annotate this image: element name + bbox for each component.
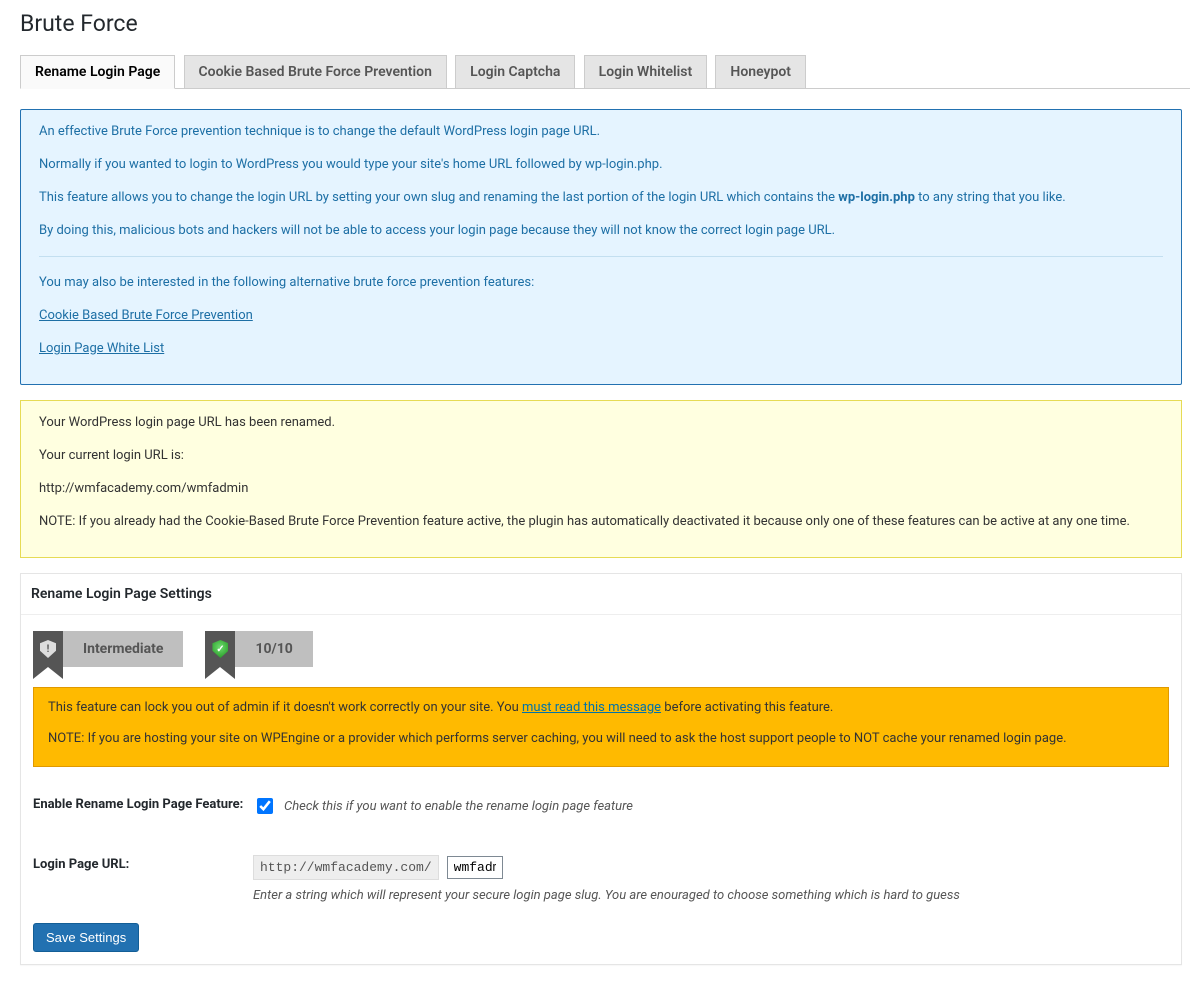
enable-checkbox[interactable] (257, 798, 273, 814)
info-text: This feature allows you to change the lo… (39, 190, 1163, 205)
badge-score-label: 10/10 (235, 631, 312, 667)
status-text: Your WordPress login page URL has been r… (39, 415, 1163, 430)
save-button[interactable]: Save Settings (33, 923, 139, 952)
badge-score: ✓ 10/10 (205, 631, 312, 667)
info-box: An effective Brute Force prevention tech… (20, 109, 1182, 385)
tab-cookie-brute-force[interactable]: Cookie Based Brute Force Prevention (184, 55, 447, 89)
page-title: Brute Force (20, 10, 1190, 37)
link-must-read[interactable]: must read this message (522, 700, 661, 715)
info-text: Normally if you wanted to login to WordP… (39, 157, 1163, 172)
field-enable-desc: Check this if you want to enable the ren… (284, 799, 633, 814)
status-url: http://wmfacademy.com/wmfadmin (39, 481, 1163, 496)
settings-panel-title: Rename Login Page Settings (21, 574, 1181, 615)
status-note: NOTE: If you already had the Cookie-Base… (39, 514, 1163, 529)
info-text: An effective Brute Force prevention tech… (39, 124, 1163, 139)
tab-rename-login[interactable]: Rename Login Page (20, 55, 175, 89)
warning-note: NOTE: If you are hosting your site on WP… (48, 731, 1154, 746)
field-url-desc: Enter a string which will represent your… (253, 888, 960, 903)
warning-text: This feature can lock you out of admin i… (48, 700, 1154, 715)
field-url-row: Login Page URL: http://wmfacademy.com/ E… (33, 855, 1169, 903)
link-login-whitelist[interactable]: Login Page White List (39, 341, 164, 356)
link-cookie-brute-force[interactable]: Cookie Based Brute Force Prevention (39, 308, 253, 323)
tab-bar: Rename Login Page Cookie Based Brute For… (20, 55, 1190, 89)
badge-level: ! Intermediate (33, 631, 183, 667)
status-text: Your current login URL is: (39, 448, 1163, 463)
login-slug-input[interactable] (447, 856, 503, 879)
info-text: You may also be interested in the follow… (39, 275, 1163, 290)
badge-level-label: Intermediate (63, 631, 183, 667)
tab-login-whitelist[interactable]: Login Whitelist (584, 55, 708, 89)
field-enable-row: Enable Rename Login Page Feature: Check … (33, 795, 1169, 817)
tab-honeypot[interactable]: Honeypot (715, 55, 806, 89)
field-url-label: Login Page URL: (33, 855, 253, 872)
field-enable-label: Enable Rename Login Page Feature: (33, 795, 253, 812)
info-text: By doing this, malicious bots and hacker… (39, 223, 1163, 238)
shield-icon: ! (33, 631, 63, 667)
tab-login-captcha[interactable]: Login Captcha (455, 55, 575, 89)
url-prefix: http://wmfacademy.com/ (253, 855, 439, 880)
status-box: Your WordPress login page URL has been r… (20, 400, 1182, 558)
settings-panel: Rename Login Page Settings ! Intermediat… (20, 573, 1182, 965)
warning-box: This feature can lock you out of admin i… (33, 687, 1169, 767)
badges-row: ! Intermediate ✓ 10/10 (33, 631, 1169, 667)
shield-check-icon: ✓ (205, 631, 235, 667)
